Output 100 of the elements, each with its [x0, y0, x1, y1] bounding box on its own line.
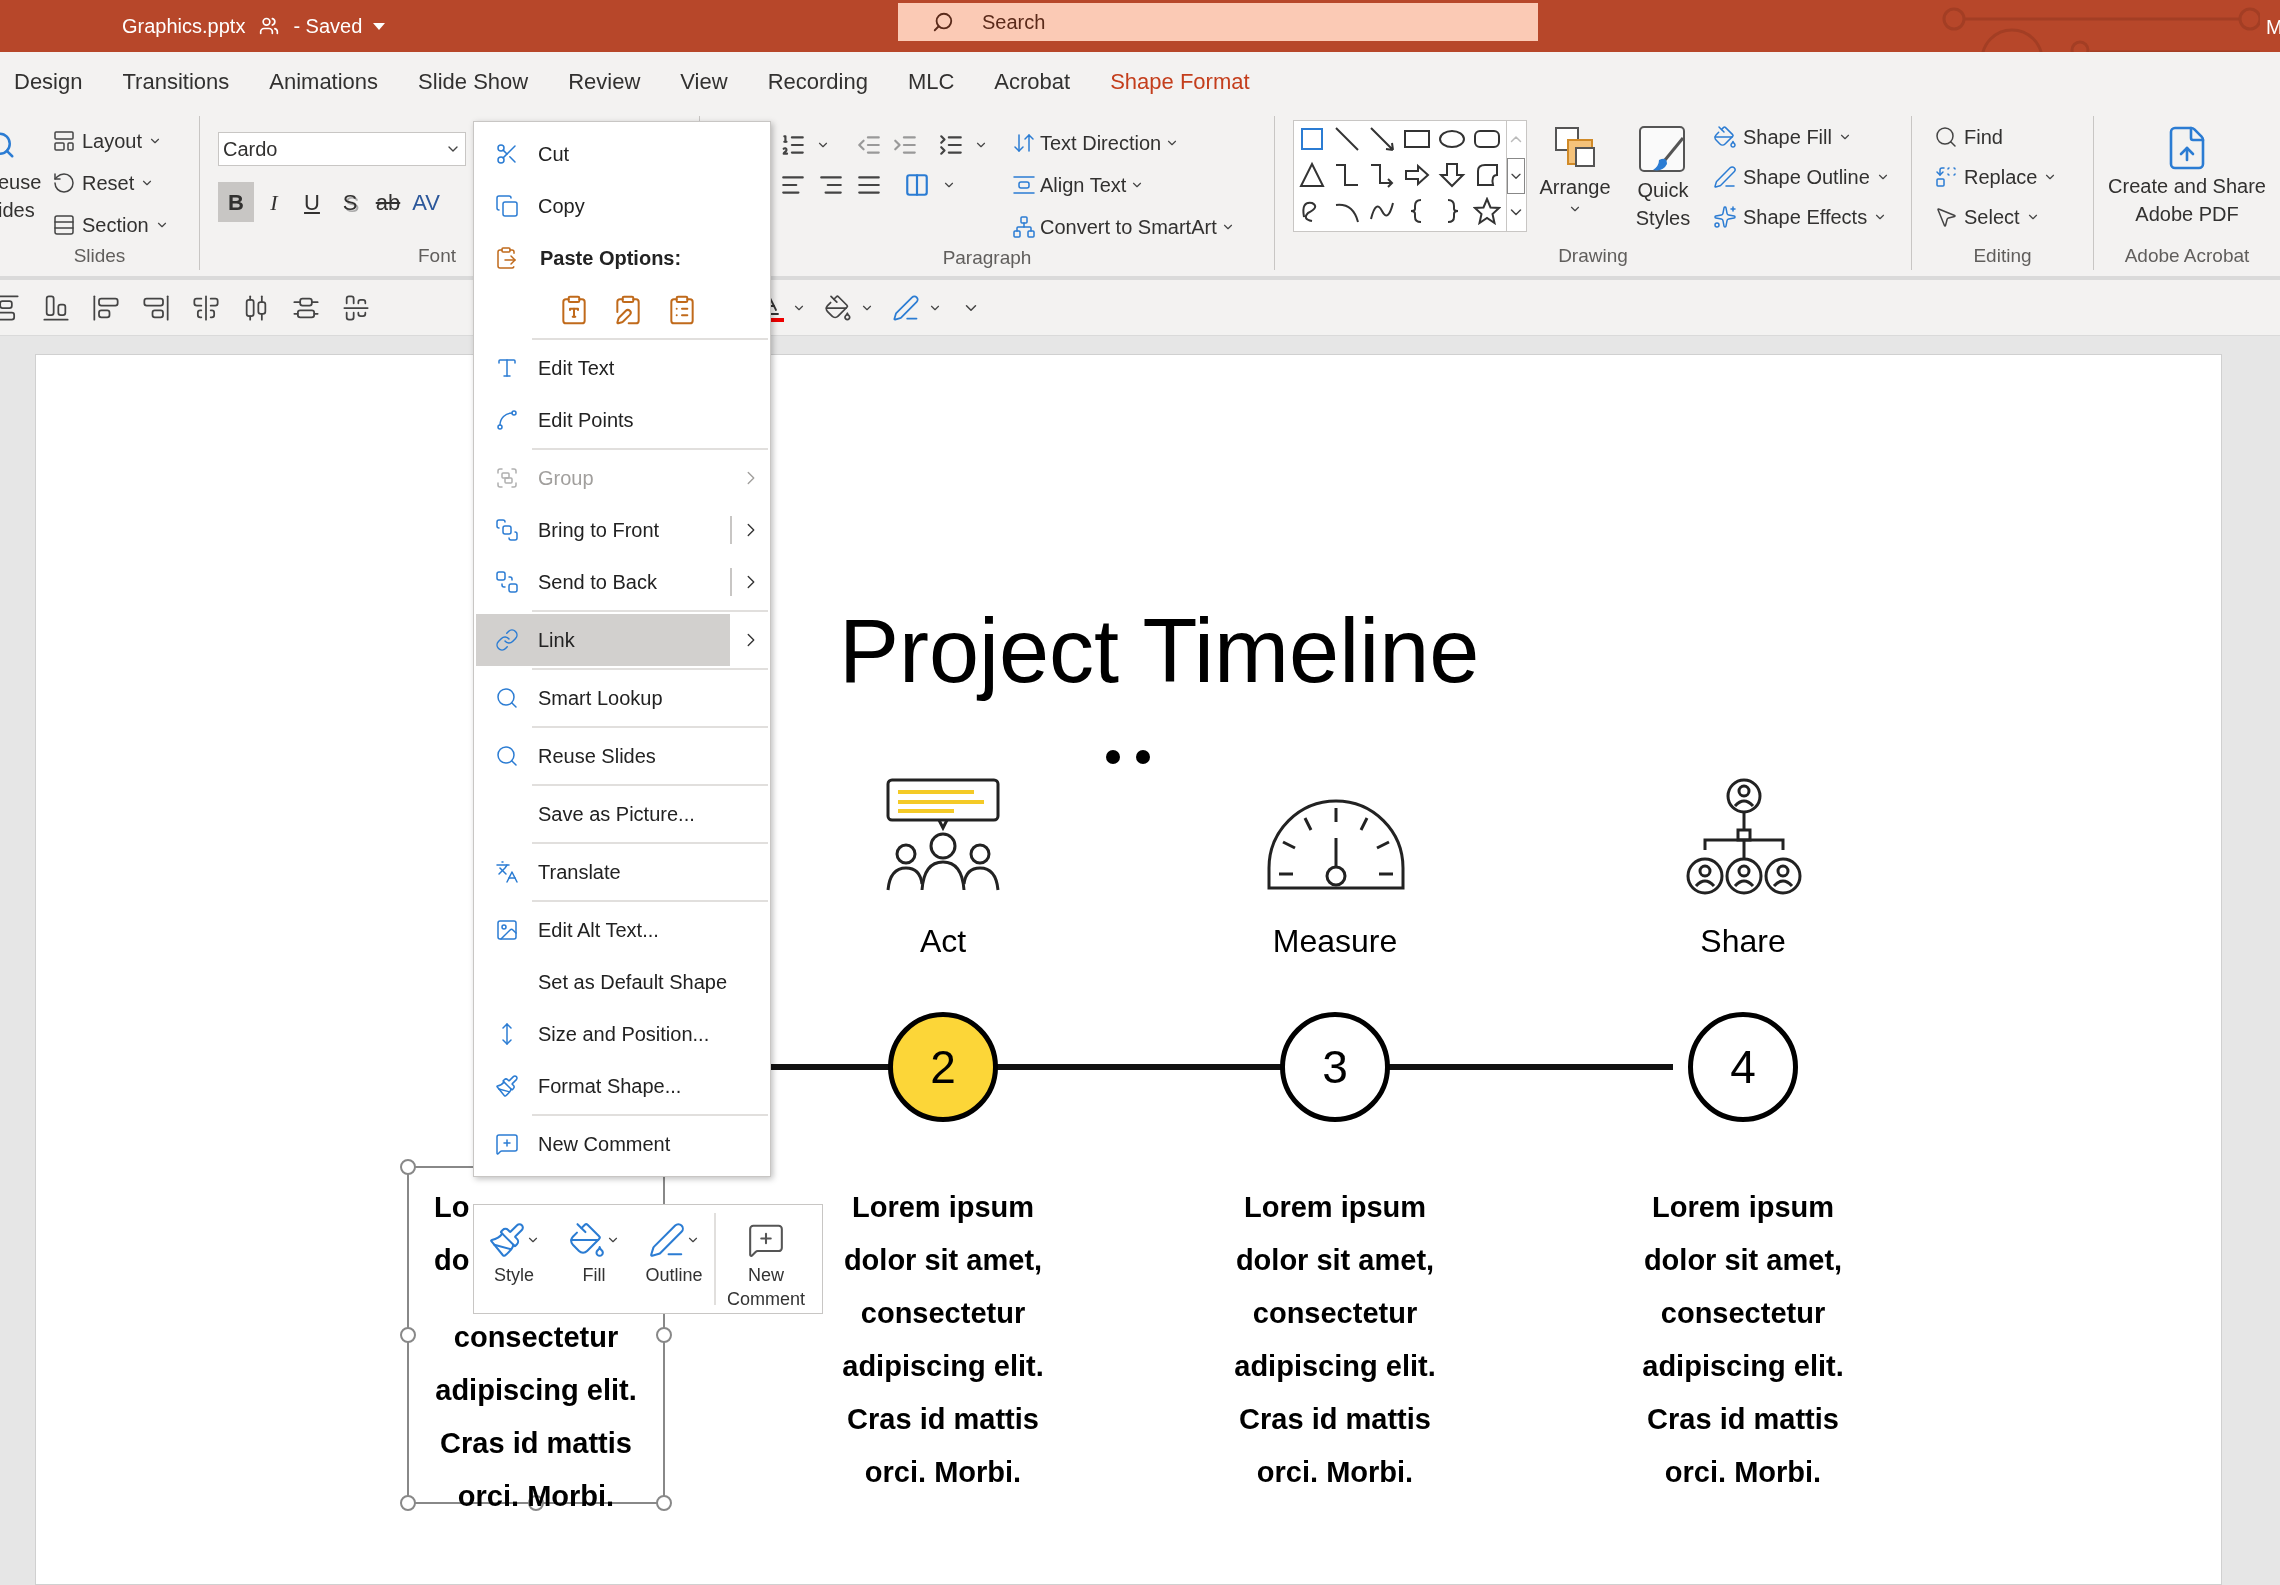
- align-icon[interactable]: [192, 293, 220, 322]
- line-spacing-icon[interactable]: [938, 132, 964, 158]
- ribbon-button[interactable]: Layout: [52, 124, 169, 158]
- right-arrow-icon[interactable]: [1403, 161, 1431, 189]
- reset-icon: [52, 171, 76, 195]
- org-chart-icon: [1685, 778, 1803, 896]
- step-description: consectetur adipiscing elit. Cras id mattis orci. Morbi.: [434, 1320, 638, 1514]
- ribbon-button[interactable]: Section: [52, 208, 169, 242]
- format-button[interactable]: S: [332, 182, 368, 222]
- align-icon[interactable]: [142, 293, 170, 322]
- paintbrush-icon: [495, 1074, 519, 1098]
- line-icon[interactable]: [1333, 125, 1361, 153]
- ribbon-button[interactable]: Text Direction: [1012, 126, 1235, 160]
- menu-item[interactable]: Bring to Front: [476, 504, 730, 556]
- pen-icon[interactable]: [892, 293, 920, 322]
- ribbon-tab[interactable]: Transitions: [122, 64, 230, 98]
- ribbon-button[interactable]: Shape Fill: [1713, 120, 1890, 154]
- menu-item[interactable]: Edit Alt Text...: [476, 904, 730, 956]
- paste-icon: [494, 246, 518, 270]
- menu-item[interactable]: Reuse Slides: [476, 730, 730, 782]
- quick-styles-button[interactable]: Quick Styles: [1623, 120, 1703, 242]
- search-icon: [495, 686, 519, 710]
- align-text-icon: [1012, 173, 1036, 197]
- step-description: Lo do: [434, 1190, 470, 1278]
- ribbon-tab[interactable]: Slide Show: [418, 64, 529, 98]
- format-button[interactable]: ab: [370, 182, 406, 222]
- down-arrow-icon[interactable]: [1438, 161, 1466, 189]
- slides-search-icon: [495, 744, 519, 768]
- ribbon-tab[interactable]: Design: [14, 64, 83, 98]
- font-name-field[interactable]: Cardo: [218, 132, 466, 166]
- arrange-button[interactable]: Arrange: [1537, 120, 1613, 242]
- ribbon-tab[interactable]: View: [680, 64, 728, 98]
- align-icon[interactable]: [0, 293, 20, 322]
- translate-icon: [495, 860, 519, 884]
- triangle-icon[interactable]: [1298, 161, 1326, 189]
- menu-item[interactable]: Smart Lookup: [476, 672, 730, 724]
- menu-item[interactable]: Save as Picture...: [476, 788, 730, 840]
- columns-icon[interactable]: [904, 172, 930, 198]
- ribbon-button[interactable]: Replace: [1934, 160, 2093, 194]
- search-field[interactable]: Search: [898, 3, 1538, 41]
- menu-item[interactable]: Size and Position...: [476, 1008, 730, 1060]
- format-button[interactable]: I: [256, 182, 292, 222]
- text-box-icon[interactable]: [1298, 125, 1326, 153]
- ribbon-button[interactable]: Shape Outline: [1713, 160, 1890, 194]
- ribbon-button[interactable]: Reset: [52, 166, 169, 200]
- replace-icon: [1934, 165, 1958, 189]
- ribbon-tab[interactable]: Acrobat: [994, 64, 1071, 98]
- ribbon-tab[interactable]: Animations: [269, 64, 379, 98]
- menu-item[interactable]: Edit Text: [476, 342, 730, 394]
- menu-item[interactable]: Copy: [476, 180, 730, 232]
- ribbon-button[interactable]: Find: [1934, 120, 2093, 154]
- edit-points-icon: [495, 408, 519, 432]
- step-description: Lorem ipsum dolor sit amet, consectetur adipiscing elit. Cras id mattis orci. Morbi.: [841, 1190, 1045, 1490]
- comment-icon: [495, 1132, 519, 1156]
- presentation-audience-icon: [884, 778, 1002, 892]
- mini-toolbar-button[interactable]: Style: [474, 1205, 554, 1313]
- arrow-icon[interactable]: [1368, 125, 1396, 153]
- caret-icon: [372, 21, 387, 31]
- menu-item[interactable]: Format Shape...: [476, 1060, 730, 1112]
- menu-item[interactable]: Send to Back: [476, 556, 730, 608]
- search-icon: [932, 11, 954, 33]
- pen-icon: [1713, 165, 1737, 189]
- effects-icon: [1713, 205, 1737, 229]
- fill-bucket-icon[interactable]: [824, 293, 852, 322]
- dots-icon: [1106, 749, 1150, 765]
- mini-toolbar-button[interactable]: Fill: [554, 1205, 634, 1313]
- section-icon: [52, 213, 76, 237]
- create-pdf-button[interactable]: Create and Share Adobe PDF: [2101, 124, 2273, 228]
- mini-toolbar-button[interactable]: New Comment: [716, 1205, 816, 1313]
- align-icon[interactable]: [342, 293, 370, 322]
- format-button[interactable]: AV: [408, 182, 444, 222]
- menu-item[interactable]: Set as Default Shape: [476, 956, 730, 1008]
- format-button[interactable]: U: [294, 182, 330, 222]
- ribbon-button[interactable]: Convert to SmartArt: [1012, 210, 1235, 244]
- search-icon: [1934, 125, 1958, 149]
- elbow-arrow-icon[interactable]: [1368, 161, 1396, 189]
- menu-item[interactable]: Cut: [476, 128, 730, 180]
- ribbon-button[interactable]: Shape Effects: [1713, 200, 1890, 234]
- ribbon-tab[interactable]: Shape Format: [1110, 64, 1250, 98]
- ribbon-tab[interactable]: Recording: [767, 64, 868, 98]
- align-icon[interactable]: [42, 293, 70, 322]
- mini-toolbar-button[interactable]: Outline: [634, 1205, 714, 1313]
- group-label: Editing: [1972, 243, 2033, 268]
- menu-item[interactable]: Edit Points: [476, 394, 730, 446]
- menu-item[interactable]: Link: [476, 614, 730, 666]
- format-button[interactable]: B: [218, 182, 254, 222]
- step-description: Lorem ipsum dolor sit amet, consectetur adipiscing elit. Cras id mattis orci. Morbi.: [1233, 1190, 1437, 1490]
- file-name: Graphics.pptx: [122, 14, 246, 39]
- scroll-down-icon[interactable]: [1507, 157, 1525, 195]
- elbow-connector-icon[interactable]: [1333, 161, 1361, 189]
- numbered-list-icon[interactable]: [780, 132, 806, 158]
- menu-item[interactable]: New Comment: [476, 1118, 730, 1170]
- ribbon-tab[interactable]: MLC: [907, 64, 955, 98]
- ribbon-button[interactable]: Align Text: [1012, 168, 1235, 202]
- group-label: Paragraph: [941, 246, 1033, 270]
- star-icon[interactable]: [1473, 197, 1501, 225]
- align-icon[interactable]: [92, 293, 120, 322]
- ribbon-tab[interactable]: Review: [568, 64, 641, 98]
- ribbon-button[interactable]: Select: [1934, 200, 2093, 234]
- menu-item[interactable]: Translate: [476, 846, 730, 898]
